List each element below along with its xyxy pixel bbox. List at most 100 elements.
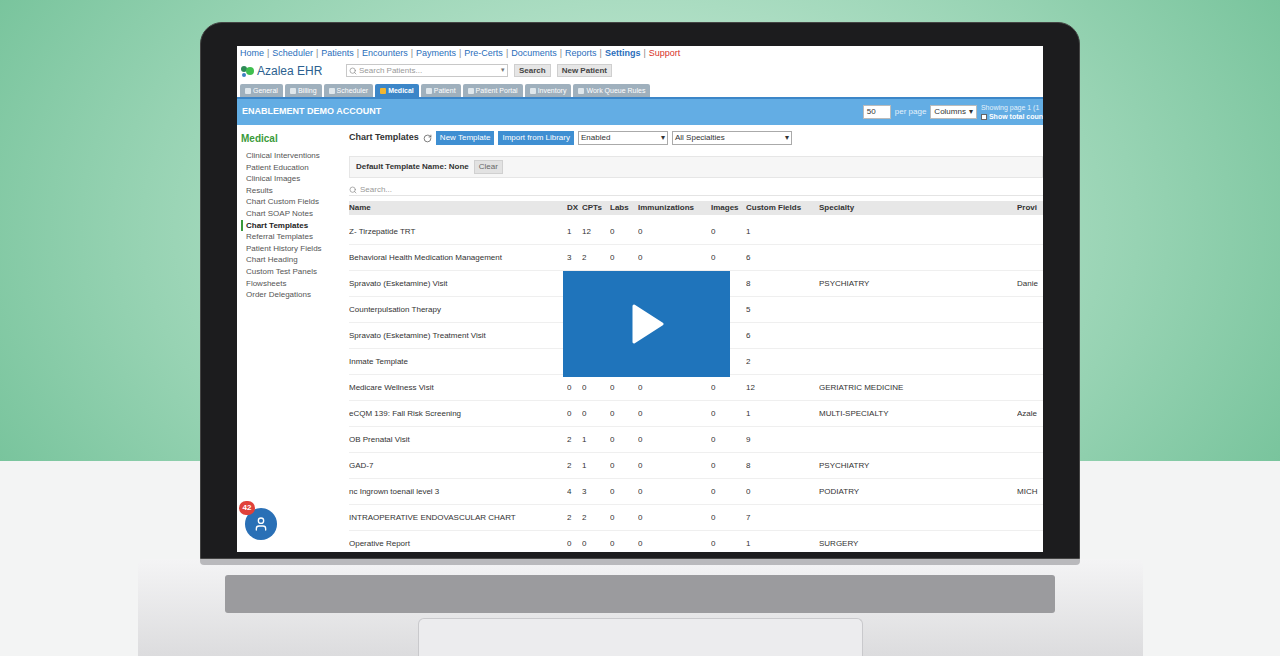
columns-select[interactable]: Columns▾	[930, 105, 977, 119]
keyboard	[225, 575, 1055, 613]
per-page-input[interactable]: 50	[863, 105, 891, 119]
table-cell: 0	[638, 252, 711, 264]
nav-link[interactable]: Support	[649, 49, 681, 58]
table-row[interactable]: GAD-7210008PSYCHIATRY	[349, 453, 1043, 479]
sidebar-item[interactable]: Flowsheets	[241, 278, 340, 290]
nav-link[interactable]: Payments	[416, 49, 456, 58]
sidebar-item[interactable]: Chart Templates	[241, 220, 340, 232]
table-row[interactable]: OB Prenatal Visit210009	[349, 427, 1043, 453]
sidebar-item[interactable]: Patient History Fields	[241, 243, 340, 255]
table-cell: 3	[582, 486, 610, 498]
column-header[interactable]: Immunizations	[638, 202, 711, 214]
table-cell: 0	[711, 538, 746, 550]
table-cell: GAD-7	[349, 460, 567, 472]
column-header[interactable]: Provi	[1017, 202, 1043, 214]
table-cell: 1	[746, 226, 819, 238]
module-tab[interactable]: Inventory	[525, 84, 572, 97]
table-row[interactable]: Operative Report000001SURGERY	[349, 531, 1043, 552]
status-select[interactable]: Enabled▾	[578, 131, 668, 145]
table-cell: 0	[711, 460, 746, 472]
sidebar-item[interactable]: Chart Custom Fields	[241, 196, 340, 208]
table-cell: 8	[746, 278, 819, 290]
table-cell: MULTI-SPECIALTY	[819, 408, 1017, 420]
promo-scene: Home|Scheduler|Patients|Encounters|Payme…	[0, 0, 1280, 656]
per-page-label: per page	[895, 106, 927, 118]
sidebar-item[interactable]: Clinical Images	[241, 173, 340, 185]
table-row[interactable]: nc Ingrown toenail level 3430000PODIATRY…	[349, 479, 1043, 505]
table-row[interactable]: INTRAOPERATIVE ENDOVASCULAR CHART220007	[349, 505, 1043, 531]
nav-link[interactable]: Settings	[605, 49, 641, 58]
import-library-button[interactable]: Import from Library	[498, 131, 574, 145]
tab-icon	[290, 88, 296, 94]
table-cell: Spravato (Esketamine) Treatment Visit	[349, 330, 567, 342]
nav-link[interactable]: Documents	[511, 49, 557, 58]
search-button[interactable]: Search	[514, 64, 551, 77]
module-tab[interactable]: Patient Portal	[463, 84, 523, 97]
clear-button[interactable]: Clear	[474, 160, 503, 174]
module-tab[interactable]: Scheduler	[324, 84, 374, 97]
sidebar-item[interactable]: Chart SOAP Notes	[241, 208, 340, 220]
module-tab[interactable]: Billing	[285, 84, 322, 97]
specialty-select[interactable]: All Specialties▾	[672, 131, 792, 145]
sidebar: MedicalClinical InterventionsPatient Edu…	[237, 125, 340, 552]
nav-link[interactable]: Patients	[321, 49, 354, 58]
new-patient-button[interactable]: New Patient	[557, 64, 612, 77]
sidebar-item[interactable]: Clinical Interventions	[241, 150, 340, 162]
module-tabs: GeneralBillingSchedulerMedicalPatientPat…	[237, 80, 1043, 97]
show-total-checkbox[interactable]	[981, 114, 987, 120]
nav-link[interactable]: Pre-Certs	[464, 49, 503, 58]
sidebar-item[interactable]: Chart Heading	[241, 254, 340, 266]
table-cell: 1	[582, 460, 610, 472]
table-cell: Danie	[1017, 278, 1043, 290]
nav-item: Documents|	[511, 49, 565, 58]
nav-link[interactable]: Scheduler	[272, 49, 313, 58]
sidebar-item[interactable]: Custom Test Panels	[241, 266, 340, 278]
table-cell: 1	[582, 434, 610, 446]
logo[interactable]: Azalea EHR	[240, 65, 340, 77]
table-row[interactable]: Z- Tirzepatide TRT1120001	[349, 219, 1043, 245]
toolbar-title: Chart Templates	[349, 131, 419, 145]
table-cell: 2	[746, 356, 819, 368]
table-cell: GERIATRIC MEDICINE	[819, 382, 1017, 394]
module-tab[interactable]: Medical	[375, 84, 419, 97]
table-row[interactable]: eCQM 139: Fall Risk Screening000001MULTI…	[349, 401, 1043, 427]
column-header[interactable]: Images	[711, 202, 746, 214]
table-cell: 0	[638, 512, 711, 524]
module-tab[interactable]: Work Queue Rules	[573, 84, 650, 97]
nav-separator: |	[264, 49, 272, 58]
nav-item: Pre-Certs|	[464, 49, 511, 58]
new-template-button[interactable]: New Template	[436, 131, 495, 145]
table-cell: 0	[711, 512, 746, 524]
table-cell: 2	[567, 434, 582, 446]
sidebar-item[interactable]: Results	[241, 185, 340, 197]
table-row[interactable]: Behavioral Health Medication Management3…	[349, 245, 1043, 271]
sidebar-item[interactable]: Order Delegations	[241, 289, 340, 301]
column-header[interactable]: DX	[567, 202, 582, 214]
table-cell: 0	[610, 408, 638, 420]
sidebar-item[interactable]: Patient Education	[241, 162, 340, 174]
refresh-icon[interactable]	[423, 134, 432, 143]
laptop-base	[138, 559, 1143, 656]
patient-search-field[interactable]: Search Patients...▾	[346, 64, 508, 77]
table-row[interactable]: Medicare Wellness Visit0000012GERIATRIC …	[349, 375, 1043, 401]
column-header[interactable]: Labs	[610, 202, 638, 214]
sidebar-item[interactable]: Referral Templates	[241, 231, 340, 243]
module-tab[interactable]: General	[240, 84, 283, 97]
nav-link[interactable]: Reports	[565, 49, 597, 58]
nav-separator: |	[456, 49, 464, 58]
column-header[interactable]: CPTs	[582, 202, 610, 214]
notification-launcher[interactable]: 42	[245, 508, 277, 540]
module-tab[interactable]: Patient	[421, 84, 461, 97]
table-cell: 0	[582, 408, 610, 420]
video-play-button[interactable]	[563, 271, 730, 377]
search-caret[interactable]: ▾	[501, 65, 505, 76]
table-search-placeholder: Search...	[360, 184, 392, 195]
column-header[interactable]: Name	[349, 202, 567, 214]
column-header[interactable]: Specialty	[819, 202, 1017, 214]
table-cell: PSYCHIATRY	[819, 460, 1017, 472]
nav-link[interactable]: Encounters	[362, 49, 408, 58]
nav-separator: |	[354, 49, 362, 58]
column-header[interactable]: Custom Fields	[746, 202, 819, 214]
table-search[interactable]: Search...	[349, 184, 1043, 196]
nav-link[interactable]: Home	[240, 49, 264, 58]
